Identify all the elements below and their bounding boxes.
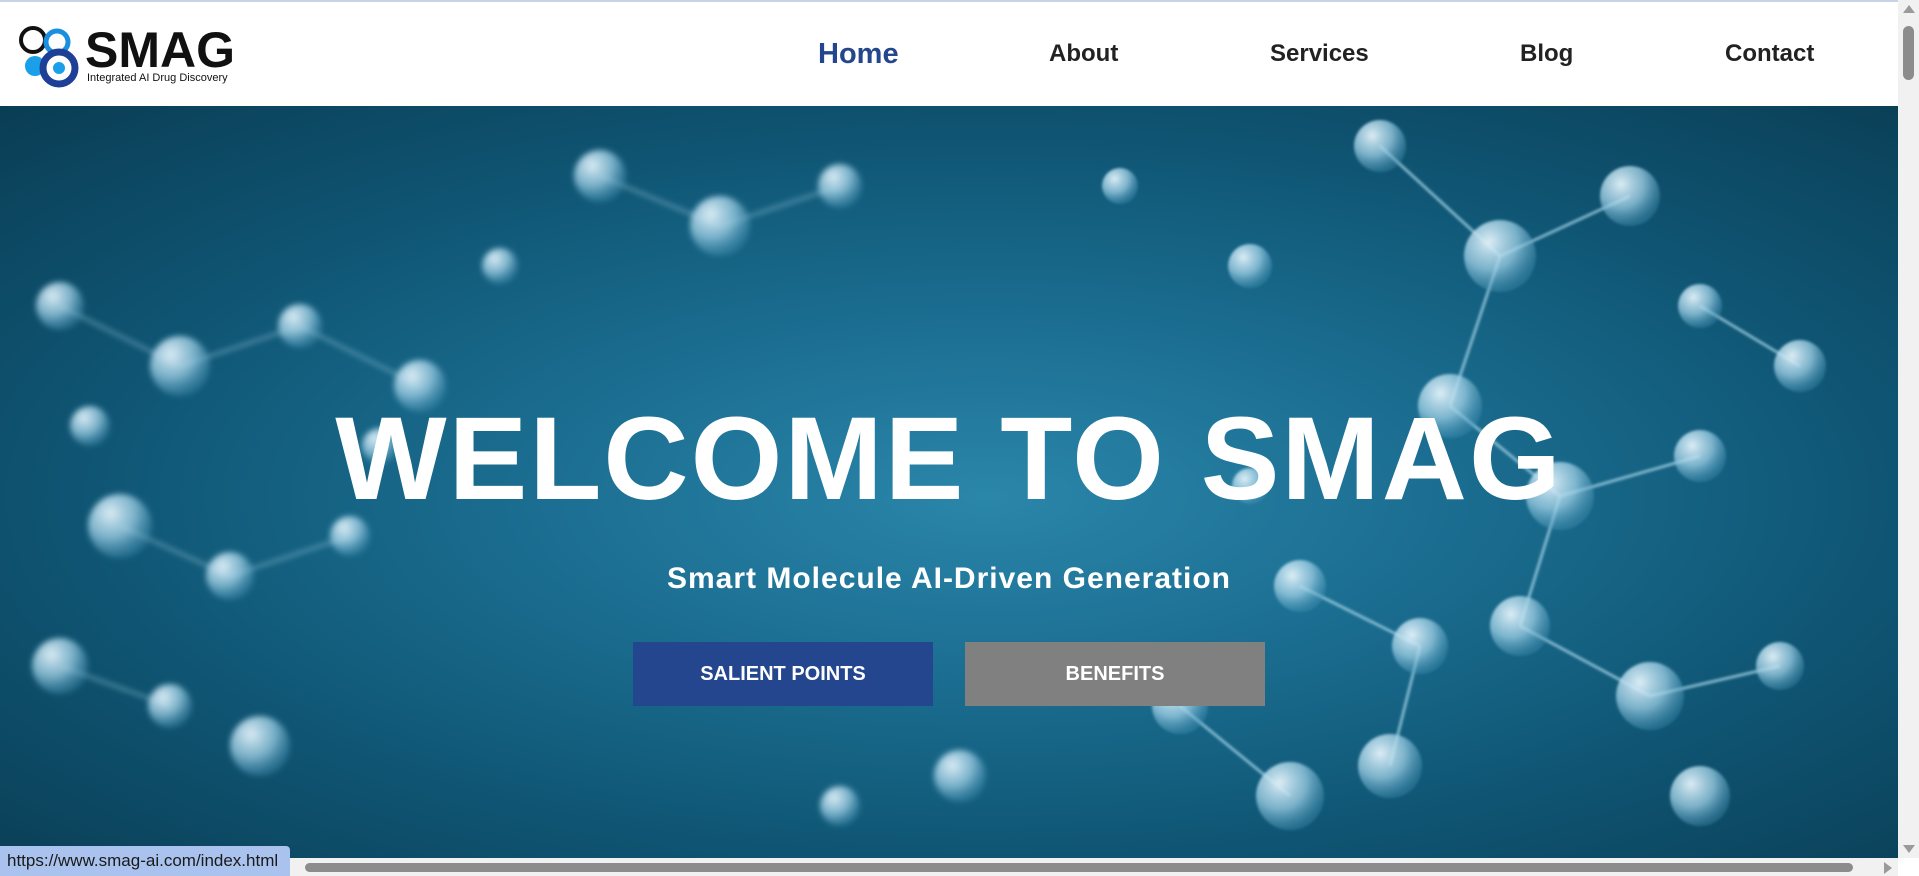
nav-home[interactable]: Home bbox=[818, 38, 899, 71]
hero-section: WELCOME TO SMAG Smart Molecule AI-Driven… bbox=[0, 106, 1898, 858]
brand-logo[interactable]: SMAG Integrated AI Drug Discovery bbox=[17, 24, 247, 90]
brand-name: SMAG bbox=[85, 22, 235, 78]
benefits-button[interactable]: BENEFITS bbox=[965, 642, 1265, 706]
vertical-scroll-thumb[interactable] bbox=[1903, 26, 1914, 80]
nav-blog[interactable]: Blog bbox=[1520, 40, 1573, 68]
vertical-scrollbar[interactable] bbox=[1898, 0, 1919, 858]
brand-tagline: Integrated AI Drug Discovery bbox=[87, 72, 228, 84]
nav-services[interactable]: Services bbox=[1270, 40, 1369, 68]
hero-title: WELCOME TO SMAG bbox=[335, 393, 1563, 525]
horizontal-scroll-thumb[interactable] bbox=[305, 863, 1853, 872]
site-header: SMAG Integrated AI Drug Discovery Home A… bbox=[0, 0, 1898, 106]
scroll-up-arrow-icon[interactable] bbox=[1903, 5, 1915, 13]
logo-mark-icon bbox=[19, 26, 79, 88]
salient-points-button[interactable]: SALIENT POINTS bbox=[633, 642, 933, 706]
status-bar-url: https://www.smag-ai.com/index.html bbox=[0, 846, 291, 876]
nav-contact[interactable]: Contact bbox=[1725, 40, 1814, 68]
scroll-down-arrow-icon[interactable] bbox=[1903, 845, 1915, 853]
nav-about[interactable]: About bbox=[1049, 40, 1118, 68]
hero-subtitle: Smart Molecule AI-Driven Generation bbox=[666, 562, 1231, 595]
scroll-right-arrow-icon[interactable] bbox=[1884, 862, 1892, 874]
